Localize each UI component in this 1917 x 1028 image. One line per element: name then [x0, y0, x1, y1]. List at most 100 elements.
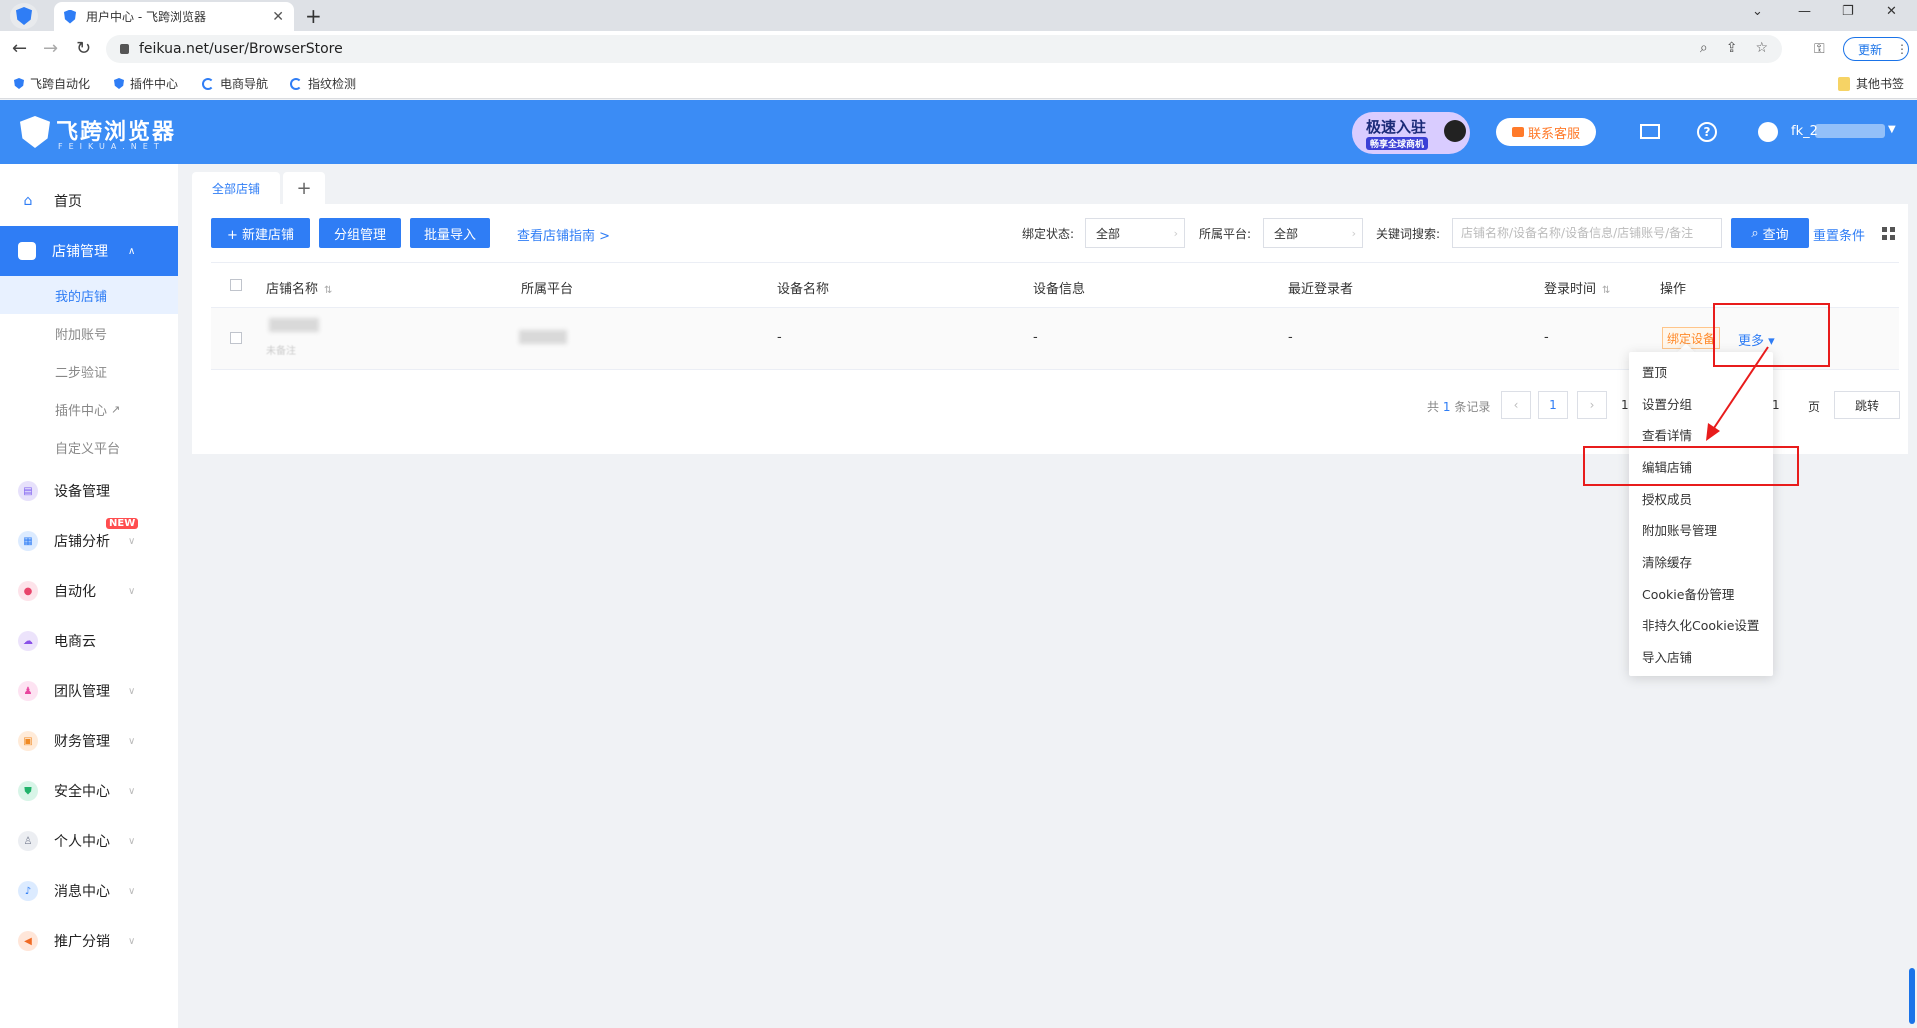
sidebar-item-team-management[interactable]: ♟ 团队管理 ∨ — [0, 666, 178, 716]
menu-item-authorize-members[interactable]: 授权成员 — [1642, 489, 1692, 508]
select-all-checkbox[interactable] — [230, 279, 242, 291]
column-last-login-user: 最近登录者 — [1288, 282, 1354, 297]
sidebar-item-security-center[interactable]: ⛊ 安全中心 ∨ — [0, 766, 178, 816]
menu-item-pin-top[interactable]: 置顶 — [1642, 362, 1667, 381]
browser-tab-bar: 用户中心 - 飞跨浏览器 ✕ + ⌄ — ❐ ✕ — [0, 0, 1917, 31]
add-tab-button[interactable]: + — [283, 172, 325, 204]
sort-icon[interactable]: ⇅ — [324, 285, 332, 296]
bookmarks-bar: 飞跨自动化 插件中心 电商导航 指纹检测 其他书签 — [0, 67, 1917, 99]
team-icon: ♟ — [18, 681, 38, 701]
annotation-box-edit-store — [1583, 446, 1799, 486]
batch-import-button[interactable]: 批量导入 — [410, 218, 490, 248]
column-device-name: 设备名称 — [777, 282, 830, 297]
zoom-icon[interactable]: ⌕ — [1700, 40, 1708, 56]
query-button[interactable]: ⌕ 查询 — [1731, 218, 1809, 248]
bind-status-select[interactable]: 全部 › — [1085, 218, 1185, 248]
mail-icon[interactable] — [1640, 124, 1660, 139]
forward-icon[interactable]: → — [43, 38, 58, 59]
store-guide-link[interactable]: 查看店铺指南 > — [517, 225, 610, 244]
omnibox[interactable]: feikua.net/user/BrowserStore ⌕ ⇪ ☆ — [106, 35, 1782, 63]
url-text[interactable]: feikua.net/user/BrowserStore — [139, 41, 343, 57]
menu-item-additional-accounts[interactable]: 附加账号管理 — [1642, 520, 1717, 539]
update-button[interactable]: 更新 ⋮ — [1843, 37, 1909, 61]
submenu-my-stores[interactable]: 我的店铺 — [0, 276, 178, 314]
scrollbar-thumb[interactable] — [1909, 968, 1915, 1024]
row-checkbox[interactable] — [230, 332, 242, 344]
submenu-additional-accounts[interactable]: 附加账号 — [0, 314, 178, 352]
sidebar-item-label: 推广分销 — [54, 934, 110, 950]
share-icon[interactable]: ⇪ — [1726, 40, 1738, 56]
new-store-button[interactable]: + 新建店铺 — [211, 218, 310, 248]
submenu-plugin-center[interactable]: 插件中心 ↗ — [0, 390, 178, 428]
reload-icon[interactable]: ↻ — [76, 38, 91, 59]
submenu-custom-platform[interactable]: 自定义平台 — [0, 428, 178, 466]
tab-close-icon[interactable]: ✕ — [272, 9, 284, 25]
contact-support-button[interactable]: 联系客服 — [1496, 118, 1596, 146]
platform-value: 全部 — [1274, 226, 1299, 241]
sort-icon[interactable]: ⇅ — [1602, 285, 1610, 296]
menu-item-import-store[interactable]: 导入店铺 — [1642, 647, 1692, 666]
promo-amazon-icon — [1444, 120, 1466, 142]
menu-dots-icon[interactable]: ⋮ — [1896, 42, 1908, 56]
menu-item-set-group[interactable]: 设置分组 — [1642, 394, 1692, 413]
back-icon[interactable]: ← — [12, 38, 27, 59]
sidebar-item-store-management[interactable]: 店铺管理 ∧ — [0, 226, 178, 276]
sidebar-item-automation[interactable]: ● 自动化 ∨ — [0, 566, 178, 616]
column-store-name[interactable]: 店铺名称 ⇅ — [266, 278, 332, 297]
sidebar-item-label: 消息中心 — [54, 884, 110, 900]
sidebar-item-promotion[interactable]: ◀ 推广分销 ∨ — [0, 916, 178, 966]
sidebar-item-personal-center[interactable]: ♙ 个人中心 ∨ — [0, 816, 178, 866]
browser-tab[interactable]: 用户中心 - 飞跨浏览器 ✕ — [54, 2, 294, 31]
sidebar-item-home[interactable]: ⌂ 首页 — [0, 176, 178, 226]
sidebar-item-store-analysis[interactable]: ▦ 店铺分析 ∨ — [0, 516, 178, 566]
user-avatar-icon[interactable] — [1758, 122, 1778, 142]
group-management-button[interactable]: 分组管理 — [319, 218, 401, 248]
table-header: 店铺名称 ⇅ 所属平台 设备名称 设备信息 最近登录者 登录时间 ⇅ 操作 — [211, 262, 1899, 308]
password-key-icon[interactable]: ⚿ — [1814, 41, 1825, 57]
bookmark-plugin-center[interactable]: 插件中心 — [114, 75, 178, 92]
help-icon[interactable]: ? — [1697, 122, 1717, 142]
close-window-icon[interactable]: ✕ — [1886, 4, 1897, 19]
menu-item-clear-cache[interactable]: 清除缓存 — [1642, 552, 1692, 571]
sidebar-item-message-center[interactable]: ♪ 消息中心 ∨ — [0, 866, 178, 916]
column-login-time[interactable]: 登录时间 ⇅ — [1544, 278, 1610, 297]
sidebar-item-label: 安全中心 — [54, 784, 110, 800]
sidebar-item-device-management[interactable]: ▤ 设备管理 — [0, 466, 178, 516]
restore-icon[interactable]: ❐ — [1842, 4, 1854, 19]
prev-page-button[interactable]: ‹ — [1501, 391, 1531, 419]
platform-select[interactable]: 全部 › — [1263, 218, 1363, 248]
keyword-search-input[interactable] — [1452, 218, 1722, 248]
bookmark-fingerprint-check[interactable]: 指纹检测 — [290, 75, 356, 92]
grid-view-icon[interactable] — [1882, 227, 1895, 240]
minimize-icon[interactable]: — — [1798, 4, 1811, 19]
chevron-down-icon: ∨ — [128, 535, 136, 547]
store-remark: 未备注 — [266, 346, 296, 357]
other-bookmarks[interactable]: 其他书签 — [1838, 75, 1904, 92]
menu-item-view-details[interactable]: 查看详情 — [1642, 425, 1692, 444]
browser-logo-icon[interactable] — [10, 3, 38, 29]
menu-item-cookie-backup[interactable]: Cookie备份管理 — [1642, 584, 1734, 603]
tab-search-icon[interactable]: ⌄ — [1752, 4, 1763, 19]
promo-banner[interactable]: 极速入驻 畅享全球商机 — [1352, 112, 1470, 154]
submenu-two-step[interactable]: 二步验证 — [0, 352, 178, 390]
bookmark-c-icon — [202, 77, 214, 90]
new-tab-button[interactable]: + — [305, 4, 322, 28]
bookmark-automation[interactable]: 飞跨自动化 — [14, 75, 90, 92]
page-1-button[interactable]: 1 — [1538, 391, 1568, 419]
jump-button[interactable]: 跳转 — [1834, 391, 1900, 419]
sidebar-item-ecommerce-cloud[interactable]: ☁ 电商云 — [0, 616, 178, 666]
tab-all-stores[interactable]: 全部店铺 — [192, 172, 280, 204]
sidebar-item-label: 个人中心 — [54, 834, 110, 850]
bookmark-star-icon[interactable]: ☆ — [1755, 40, 1768, 56]
bookmark-ecommerce-nav[interactable]: 电商导航 — [202, 75, 268, 92]
sidebar-item-finance-management[interactable]: ▣ 财务管理 ∨ — [0, 716, 178, 766]
feikua-logo-icon — [20, 116, 50, 148]
reset-conditions-link[interactable]: 重置条件 — [1813, 225, 1865, 244]
user-name[interactable]: fk_2 — [1791, 124, 1818, 139]
cell-device-info: - — [1033, 330, 1038, 345]
next-page-button[interactable]: › — [1577, 391, 1607, 419]
goto-page-value[interactable]: 1 — [1772, 398, 1780, 412]
sidebar-item-label: 店铺分析 — [54, 534, 110, 550]
user-caret-icon[interactable]: ▼ — [1888, 124, 1896, 135]
menu-item-nonpersistent-cookie[interactable]: 非持久化Cookie设置 — [1642, 615, 1759, 634]
